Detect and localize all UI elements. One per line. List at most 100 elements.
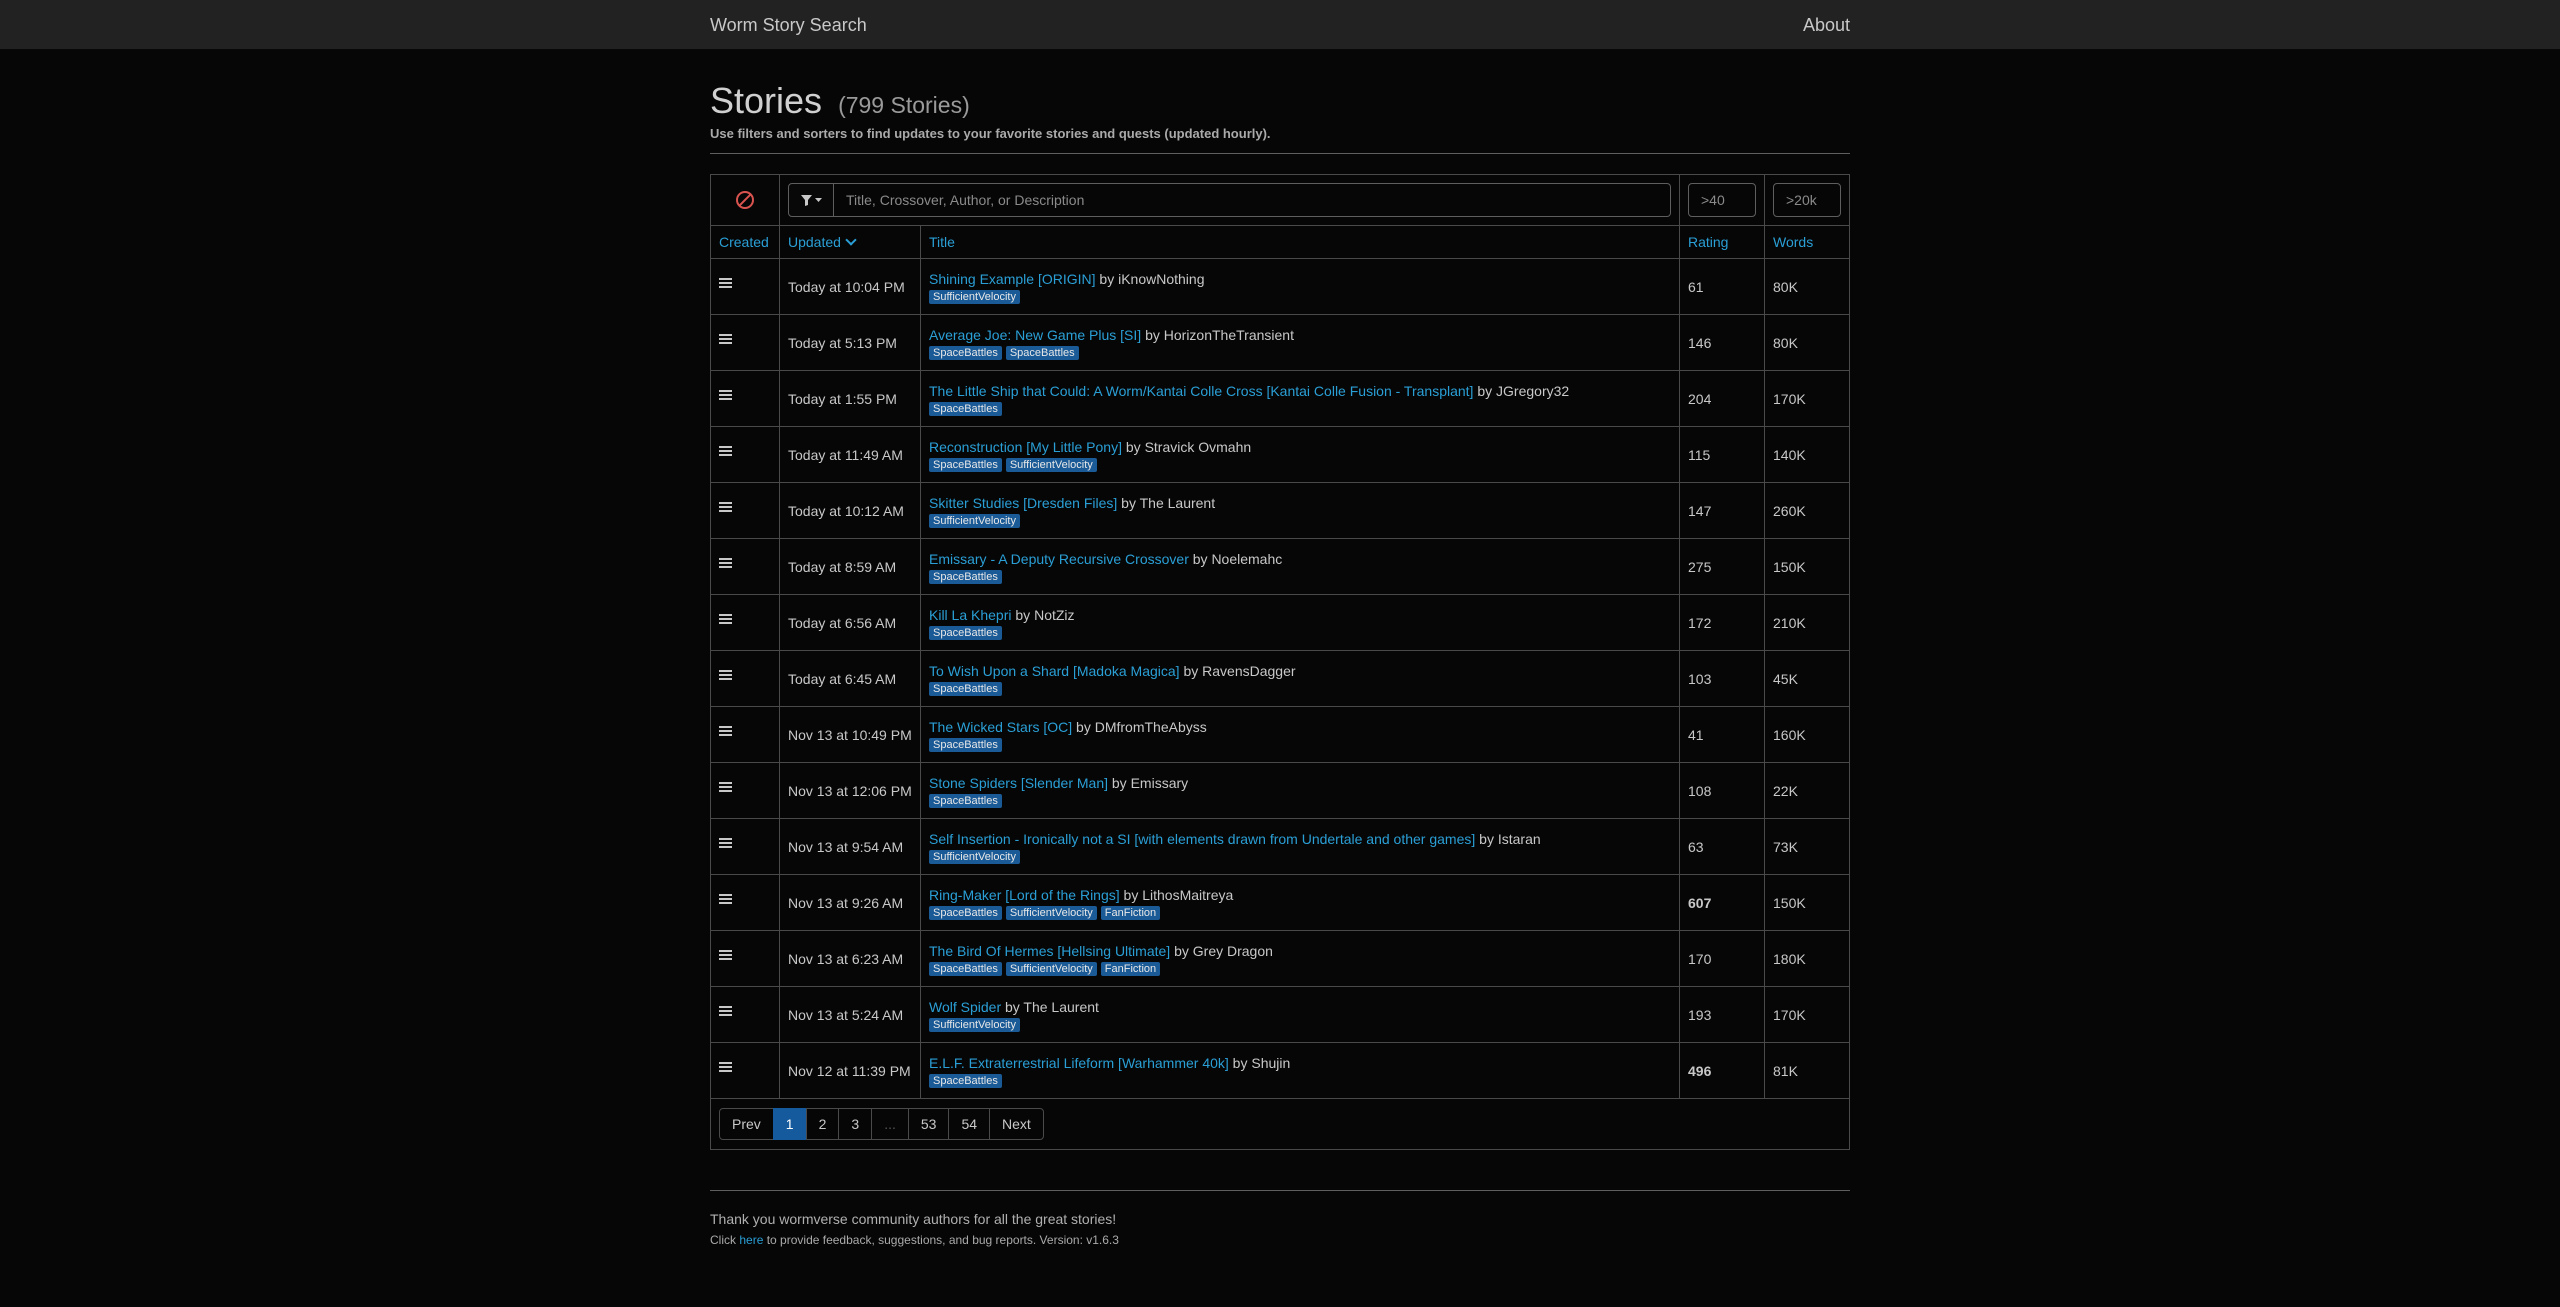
story-title-link[interactable]: Self Insertion - Ironically not a SI [wi… — [929, 831, 1475, 847]
site-tag[interactable]: SpaceBattles — [929, 458, 1002, 472]
page-button[interactable]: 54 — [948, 1108, 991, 1140]
updated-cell: Today at 10:04 PM — [779, 258, 921, 315]
list-icon[interactable] — [719, 277, 732, 289]
story-author: DMfromTheAbyss — [1094, 719, 1207, 735]
ban-icon[interactable] — [736, 191, 754, 210]
title-cell: Average Joe: New Game Plus [SI] by Horiz… — [920, 314, 1680, 371]
list-icon[interactable] — [719, 557, 732, 569]
feedback-link[interactable]: here — [739, 1233, 763, 1247]
list-icon[interactable] — [719, 389, 732, 401]
words-cell: 170K — [1764, 370, 1850, 427]
updated-cell: Nov 13 at 12:06 PM — [779, 762, 921, 819]
site-tag[interactable]: SpaceBattles — [1005, 346, 1079, 360]
rating-filter-input[interactable] — [1688, 183, 1756, 217]
site-tag[interactable]: SufficientVelocity — [929, 290, 1020, 304]
story-title-link[interactable]: Emissary - A Deputy Recursive Crossover — [929, 551, 1189, 567]
list-icon[interactable] — [719, 893, 732, 905]
sort-words[interactable]: Words — [1773, 234, 1813, 250]
prev-page-button[interactable]: Prev — [719, 1108, 774, 1140]
sort-created[interactable]: Created — [719, 234, 769, 250]
site-tag[interactable]: SpaceBattles — [929, 626, 1002, 640]
list-icon[interactable] — [719, 949, 732, 961]
story-title-link[interactable]: Wolf Spider — [929, 999, 1001, 1015]
site-tag[interactable]: SpaceBattles — [929, 1074, 1002, 1088]
story-title-link[interactable]: Stone Spiders [Slender Man] — [929, 775, 1108, 791]
story-author: NotZiz — [1034, 607, 1075, 623]
page-button[interactable]: 1 — [772, 1108, 807, 1140]
updated-cell: Today at 6:56 AM — [779, 594, 921, 651]
site-tag[interactable]: SpaceBattles — [929, 794, 1002, 808]
site-tag[interactable]: SpaceBattles — [929, 402, 1002, 416]
story-title-link[interactable]: The Wicked Stars [OC] — [929, 719, 1072, 735]
list-icon[interactable] — [719, 333, 732, 345]
story-title-link[interactable]: E.L.F. Extraterrestrial Lifeform [Warham… — [929, 1055, 1229, 1071]
words-cell: 170K — [1764, 986, 1850, 1043]
table-row: Nov 13 at 10:49 PM The Wicked Stars [OC] … — [710, 706, 1850, 763]
updated-cell: Nov 12 at 11:39 PM — [779, 1042, 921, 1099]
list-icon[interactable] — [719, 669, 732, 681]
details-cell — [710, 426, 780, 483]
rating-filter-cell — [1679, 174, 1765, 226]
rating-cell: 607 — [1679, 874, 1765, 931]
footer-note: Click here to provide feedback, suggesti… — [710, 1233, 1850, 1247]
list-icon[interactable] — [719, 613, 732, 625]
site-tag[interactable]: SufficientVelocity — [929, 1018, 1020, 1032]
list-icon[interactable] — [719, 1005, 732, 1017]
story-title-link[interactable]: Skitter Studies [Dresden Files] — [929, 495, 1117, 511]
details-cell — [710, 762, 780, 819]
details-cell — [710, 986, 780, 1043]
site-tag[interactable]: FanFiction — [1100, 906, 1161, 920]
site-tag[interactable]: SufficientVelocity — [1005, 962, 1097, 976]
filter-dropdown-button[interactable] — [788, 183, 834, 217]
page-button[interactable]: 2 — [805, 1108, 840, 1140]
sort-rating[interactable]: Rating — [1688, 234, 1728, 250]
list-icon[interactable] — [719, 781, 732, 793]
search-group — [788, 183, 1671, 217]
story-title-link[interactable]: Shining Example [ORIGIN] — [929, 271, 1096, 287]
search-input[interactable] — [834, 183, 1671, 217]
about-link[interactable]: About — [1803, 15, 1850, 36]
site-tag[interactable]: SpaceBattles — [929, 570, 1002, 584]
story-title-link[interactable]: The Bird Of Hermes [Hellsing Ultimate] — [929, 943, 1170, 959]
list-icon[interactable] — [719, 445, 732, 457]
details-cell — [710, 314, 780, 371]
site-tag[interactable]: SpaceBattles — [929, 962, 1002, 976]
title-cell: E.L.F. Extraterrestrial Lifeform [Warham… — [920, 1042, 1680, 1099]
next-page-button[interactable]: Next — [989, 1108, 1044, 1140]
list-icon[interactable] — [719, 725, 732, 737]
story-title-link[interactable]: Kill La Khepri — [929, 607, 1012, 623]
search-cell — [779, 174, 1680, 226]
list-icon[interactable] — [719, 501, 732, 513]
site-tag[interactable]: FanFiction — [1100, 962, 1161, 976]
story-title-link[interactable]: The Little Ship that Could: A Worm/Kanta… — [929, 383, 1473, 399]
story-title-link[interactable]: Reconstruction [My Little Pony] — [929, 439, 1122, 455]
site-tag[interactable]: SpaceBattles — [929, 682, 1002, 696]
sort-updated[interactable]: Updated — [788, 234, 841, 250]
site-tag[interactable]: SpaceBattles — [929, 738, 1002, 752]
caret-down-icon — [814, 198, 822, 202]
list-icon[interactable] — [719, 837, 732, 849]
page-button[interactable]: 3 — [838, 1108, 873, 1140]
table-row: Nov 13 at 5:24 AM Wolf Spider by The Laur… — [710, 986, 1850, 1043]
story-title-link[interactable]: To Wish Upon a Shard [Madoka Magica] — [929, 663, 1180, 679]
story-title-link[interactable]: Average Joe: New Game Plus [SI] — [929, 327, 1141, 343]
footer: Thank you wormverse community authors fo… — [710, 1190, 1850, 1247]
story-title-link[interactable]: Ring-Maker [Lord of the Rings] — [929, 887, 1120, 903]
words-cell: 22K — [1764, 762, 1850, 819]
updated-cell: Today at 10:12 AM — [779, 482, 921, 539]
site-tag[interactable]: SufficientVelocity — [1005, 906, 1097, 920]
sort-title[interactable]: Title — [929, 234, 955, 250]
updated-cell: Today at 11:49 AM — [779, 426, 921, 483]
words-cell: 140K — [1764, 426, 1850, 483]
page-button[interactable]: 53 — [907, 1108, 950, 1140]
words-filter-input[interactable] — [1773, 183, 1841, 217]
site-tag[interactable]: SufficientVelocity — [1005, 458, 1097, 472]
list-icon[interactable] — [719, 1061, 732, 1073]
site-tag[interactable]: SufficientVelocity — [929, 514, 1020, 528]
tag-list: SufficientVelocity — [929, 290, 1671, 304]
rating-cell: 103 — [1679, 650, 1765, 707]
site-tag[interactable]: SufficientVelocity — [929, 850, 1020, 864]
site-tag[interactable]: SpaceBattles — [929, 346, 1002, 360]
brand-link[interactable]: Worm Story Search — [710, 15, 867, 36]
site-tag[interactable]: SpaceBattles — [929, 906, 1002, 920]
